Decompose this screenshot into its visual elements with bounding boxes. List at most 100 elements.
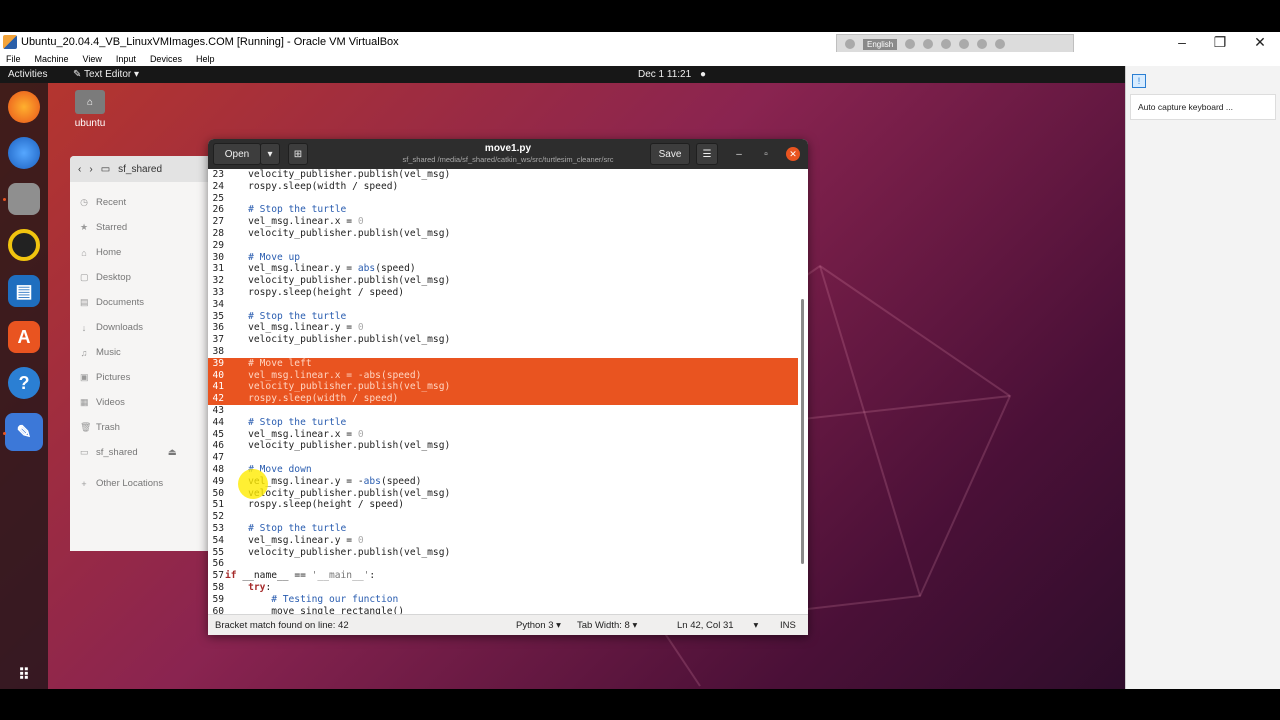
eject-icon[interactable]: ⏏ xyxy=(168,447,177,458)
sidebar-item-documents[interactable]: ▤ Documents xyxy=(70,290,210,315)
forward-icon[interactable]: › xyxy=(89,164,92,175)
open-button[interactable]: Open xyxy=(213,143,261,165)
sidebar-item-other-locations[interactable]: + Other Locations xyxy=(70,471,210,496)
code-line[interactable]: 37 velocity_publisher.publish(vel_msg) xyxy=(208,334,798,346)
close-icon[interactable]: ✕ xyxy=(1240,32,1280,52)
text-editor-icon[interactable]: ✎ xyxy=(5,413,43,451)
rhythmbox-icon[interactable] xyxy=(8,229,40,261)
code-line[interactable]: 56 xyxy=(208,558,798,570)
close-icon[interactable]: ✕ xyxy=(786,147,800,161)
menu-file[interactable]: File xyxy=(6,54,21,64)
sidebar-item-videos[interactable]: ▦ Videos xyxy=(70,390,210,415)
sidebar-item-starred[interactable]: ★ Starred xyxy=(70,215,210,240)
sidebar-item-downloads[interactable]: ↓ Downloads xyxy=(70,315,210,340)
pin-icon[interactable] xyxy=(845,39,855,49)
code-line[interactable]: 28 velocity_publisher.publish(vel_msg) xyxy=(208,228,798,240)
code-line[interactable]: 52 xyxy=(208,511,798,523)
code-line[interactable]: 44 # Stop the turtle xyxy=(208,417,798,429)
code-line[interactable]: 23 velocity_publisher.publish(vel_msg) xyxy=(208,169,798,181)
code-editor[interactable]: 23 velocity_publisher.publish(vel_msg) 24… xyxy=(208,169,808,614)
code-line[interactable]: 29 xyxy=(208,240,798,252)
help-icon[interactable] xyxy=(977,39,988,49)
editor-scrollbar[interactable] xyxy=(801,299,804,564)
menu-machine[interactable]: Machine xyxy=(35,54,69,64)
writer-icon[interactable]: ▤ xyxy=(8,275,40,307)
files-header: ‹ › ▭ sf_shared xyxy=(70,156,210,182)
software-icon[interactable]: A xyxy=(8,321,40,353)
hamburger-menu-button[interactable]: ☰ xyxy=(696,143,718,165)
code-line[interactable]: 36 vel_msg.linear.y = 0 xyxy=(208,322,798,334)
language-selector[interactable]: Python 3 ▾ xyxy=(516,620,561,631)
sidebar-item-recent[interactable]: ◷ Recent xyxy=(70,190,210,215)
info-icon[interactable] xyxy=(995,39,1006,49)
code-line[interactable]: 58 try: xyxy=(208,582,798,594)
code-line[interactable]: 53 # Stop the turtle xyxy=(208,523,798,535)
network-icon[interactable] xyxy=(941,39,952,49)
code-line[interactable]: 59 # Testing our function xyxy=(208,594,798,606)
code-line[interactable]: 33 rospy.sleep(height / speed) xyxy=(208,287,798,299)
sidebar-item-desktop[interactable]: ▢ Desktop xyxy=(70,265,210,290)
help-icon[interactable]: ? xyxy=(8,367,40,399)
code-line[interactable]: 30 # Move up xyxy=(208,252,798,264)
code-line[interactable]: 35 # Stop the turtle xyxy=(208,311,798,323)
code-line[interactable]: 48 # Move down xyxy=(208,464,798,476)
language-indicator[interactable]: English xyxy=(863,38,898,50)
maximize-icon[interactable]: ▫ xyxy=(759,147,773,161)
code-line[interactable]: 46 velocity_publisher.publish(vel_msg) xyxy=(208,440,798,452)
clock[interactable]: Dec 1 11:21 ● xyxy=(638,69,706,80)
desktop-home-folder[interactable]: ⌂ ubuntu xyxy=(72,90,108,129)
code-line[interactable]: 50 velocity_publisher.publish(vel_msg) xyxy=(208,488,798,500)
sidebar-item-trash[interactable]: 🗑 Trash xyxy=(70,415,210,440)
code-line[interactable]: 47 xyxy=(208,452,798,464)
display-icon[interactable] xyxy=(959,39,970,49)
sidebar-item-pictures[interactable]: ▣ Pictures xyxy=(70,365,210,390)
insert-mode-indicator: INS xyxy=(780,620,796,631)
code-line[interactable]: 60 move_single_rectangle() xyxy=(208,606,798,614)
code-line[interactable]: 24 rospy.sleep(width / speed) xyxy=(208,181,798,193)
minimize-icon[interactable]: – xyxy=(732,147,746,161)
activities-button[interactable]: Activities xyxy=(8,69,47,80)
code-line[interactable]: 42 rospy.sleep(width / speed) xyxy=(208,393,798,405)
sidebar-item-home[interactable]: ⌂ Home xyxy=(70,240,210,265)
code-line[interactable]: 39 # Move left xyxy=(208,357,798,370)
thunderbird-icon[interactable] xyxy=(8,137,40,169)
files-icon[interactable] xyxy=(8,183,40,215)
sidebar-item-music[interactable]: ♫ Music xyxy=(70,340,210,365)
menu-view[interactable]: View xyxy=(83,54,102,64)
code-line[interactable]: 25 xyxy=(208,193,798,205)
code-line[interactable]: 54 vel_msg.linear.y = 0 xyxy=(208,535,798,547)
back-icon[interactable]: ‹ xyxy=(78,164,81,175)
code-line[interactable]: 41 velocity_publisher.publish(vel_msg) xyxy=(208,381,798,394)
code-line[interactable]: 27 vel_msg.linear.x = 0 xyxy=(208,216,798,228)
menu-devices[interactable]: Devices xyxy=(150,54,182,64)
code-line[interactable]: 49 vel_msg.linear.y = -abs(speed) xyxy=(208,476,798,488)
menu-input[interactable]: Input xyxy=(116,54,136,64)
code-line[interactable]: 31 vel_msg.linear.y = abs(speed) xyxy=(208,263,798,275)
minimize-icon[interactable]: – xyxy=(1162,32,1202,52)
app-menu[interactable]: ✎ Text Editor ▾ xyxy=(73,69,139,80)
maximize-icon[interactable]: ❐ xyxy=(1200,32,1240,52)
code-line[interactable]: 55 velocity_publisher.publish(vel_msg) xyxy=(208,547,798,559)
sidebar-item-sf-shared[interactable]: ▭ sf_shared ⏏ xyxy=(70,440,210,465)
code-line[interactable]: 40 vel_msg.linear.x = -abs(speed) xyxy=(208,369,798,382)
menu-help[interactable]: Help xyxy=(196,54,215,64)
open-dropdown-button[interactable]: ▾ xyxy=(260,143,280,165)
code-line[interactable]: 26 # Stop the turtle xyxy=(208,204,798,216)
save-button[interactable]: Save xyxy=(650,143,690,165)
code-line[interactable]: 38 xyxy=(208,346,798,358)
usb-icon[interactable] xyxy=(923,39,934,49)
code-line[interactable]: 34 xyxy=(208,299,798,311)
cursor-position-selector[interactable]: Ln 42, Col 31 ▾ xyxy=(677,620,758,631)
tab-width-selector[interactable]: Tab Width: 8 ▾ xyxy=(577,620,637,631)
code-line[interactable]: 32 velocity_publisher.publish(vel_msg) xyxy=(208,275,798,287)
code-line[interactable]: 57 if __name__ == '__main__': xyxy=(208,570,798,582)
new-tab-button[interactable]: ⊞ xyxy=(288,143,308,165)
auto-capture-notice[interactable]: Auto capture keyboard ... xyxy=(1130,94,1276,120)
app-grid-icon[interactable]: ⠿ xyxy=(8,659,40,689)
firefox-icon[interactable] xyxy=(8,91,40,123)
disk-icon[interactable] xyxy=(905,39,916,49)
files-path[interactable]: sf_shared xyxy=(118,164,162,175)
code-line[interactable]: 45 vel_msg.linear.x = 0 xyxy=(208,429,798,441)
code-line[interactable]: 43 xyxy=(208,405,798,417)
code-line[interactable]: 51 rospy.sleep(height / speed) xyxy=(208,499,798,511)
